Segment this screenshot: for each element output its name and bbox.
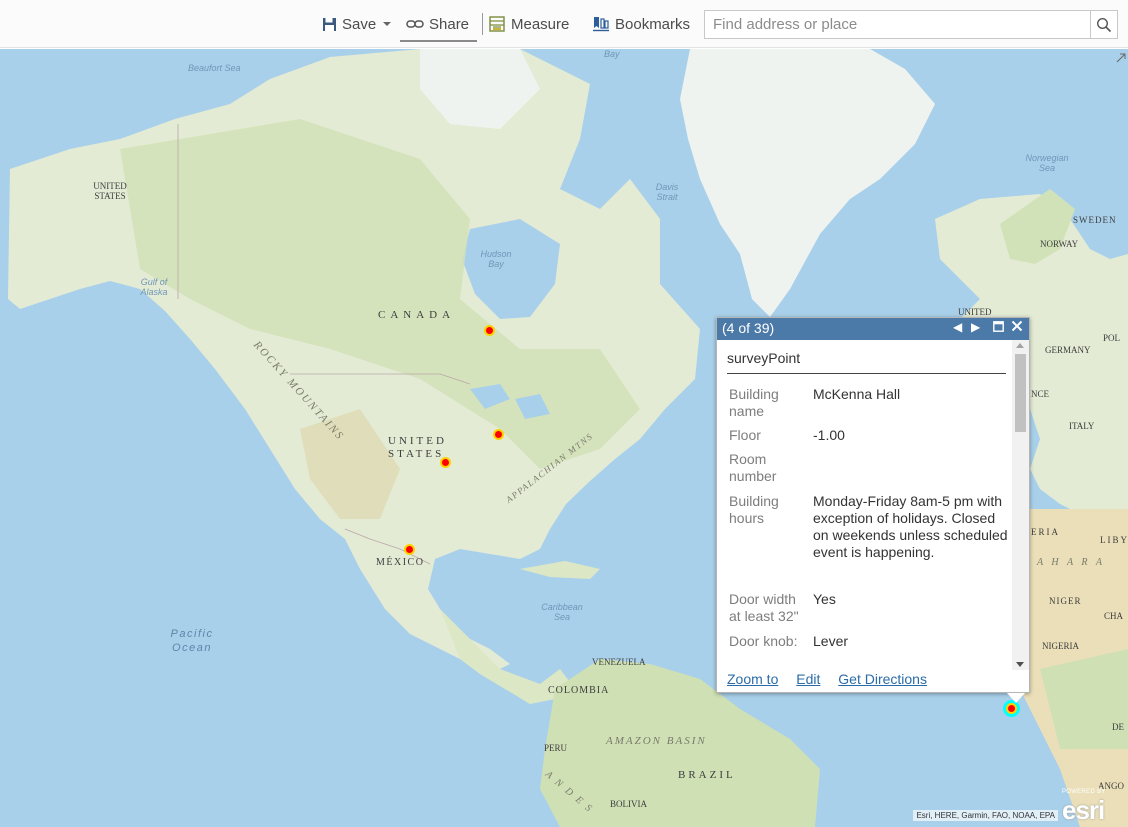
attribute-name: Floor [729, 427, 761, 443]
esri-logo: POWERED BY esri [1060, 789, 1124, 825]
attribute-name: Building name [729, 386, 779, 419]
previous-feature-icon[interactable]: ◀ [953, 320, 962, 334]
attribute-name: Door width at least 32" [729, 591, 799, 624]
bookmark-icon [593, 17, 609, 32]
bookmarks-label: Bookmarks [615, 15, 691, 33]
measure-label: Measure [511, 15, 570, 33]
search-input[interactable] [705, 11, 1091, 38]
search-button[interactable] [1090, 11, 1117, 38]
attribute-value: Lever [813, 633, 849, 649]
survey-point-marker-selected[interactable] [1006, 703, 1017, 714]
zoom-to-link[interactable]: Zoom to [727, 671, 778, 687]
expand-icon[interactable] [1116, 53, 1126, 63]
popup-scrollbar[interactable] [1012, 340, 1029, 670]
survey-point-marker[interactable] [493, 429, 504, 440]
maximize-icon[interactable] [993, 321, 1004, 335]
popup-layer-title: surveyPoint [727, 350, 801, 366]
search-icon [1096, 17, 1112, 32]
map-attribution: Esri, HERE, Garmin, FAO, NOAA, EPA [913, 810, 1058, 821]
attribute-value: McKenna Hall [813, 386, 901, 402]
close-icon[interactable] [1011, 320, 1023, 335]
attribute-name: Building hours [729, 493, 779, 526]
search-box [704, 10, 1118, 39]
chevron-down-icon [383, 22, 392, 26]
attribute-name: Door knob: [729, 633, 798, 649]
next-feature-icon[interactable]: ▶ [971, 320, 980, 334]
ruler-icon [489, 16, 505, 32]
share-label: Share [429, 15, 470, 33]
attribute-value: Yes [813, 591, 836, 607]
scroll-up-arrow-icon[interactable] [1016, 343, 1024, 348]
measure-button[interactable]: Measure [488, 12, 569, 36]
popup-pointer [1007, 693, 1025, 703]
popup-actions: Zoom to Edit Get Directions [727, 671, 941, 687]
survey-point-marker[interactable] [404, 544, 415, 555]
attribute-value: -1.00 [813, 427, 845, 443]
survey-point-marker[interactable] [484, 325, 495, 336]
toolbar-divider [482, 13, 483, 35]
get-directions-link[interactable]: Get Directions [838, 671, 927, 687]
save-button[interactable]: Save [322, 12, 394, 36]
bookmarks-button[interactable]: Bookmarks [592, 12, 690, 36]
esri-wordmark: esri [1062, 795, 1105, 825]
toolbar: Save Share Measure Bookmarks [0, 0, 1128, 48]
floppy-disk-icon [323, 17, 336, 31]
save-label: Save [342, 15, 377, 33]
popup-title-divider [727, 373, 1006, 374]
share-active-indicator [400, 40, 477, 42]
feature-popup: (4 of 39) ◀ ▶ surveyPoint Building name … [716, 317, 1030, 703]
edit-link[interactable]: Edit [796, 671, 820, 687]
attribute-name: Room number [729, 451, 777, 484]
link-icon [406, 20, 424, 28]
scroll-down-arrow-icon[interactable] [1016, 662, 1024, 667]
attribute-value: Monday-Friday 8am-5 pm with exception of… [813, 493, 1008, 560]
survey-point-marker[interactable] [440, 457, 451, 468]
popup-content[interactable]: surveyPoint Building name McKenna Hall F… [717, 340, 1029, 670]
popup-feature-count: (4 of 39) [722, 320, 775, 336]
popup-header: (4 of 39) ◀ ▶ [717, 318, 1029, 340]
share-button[interactable]: Share [406, 12, 469, 36]
scrollbar-thumb[interactable] [1015, 354, 1026, 432]
